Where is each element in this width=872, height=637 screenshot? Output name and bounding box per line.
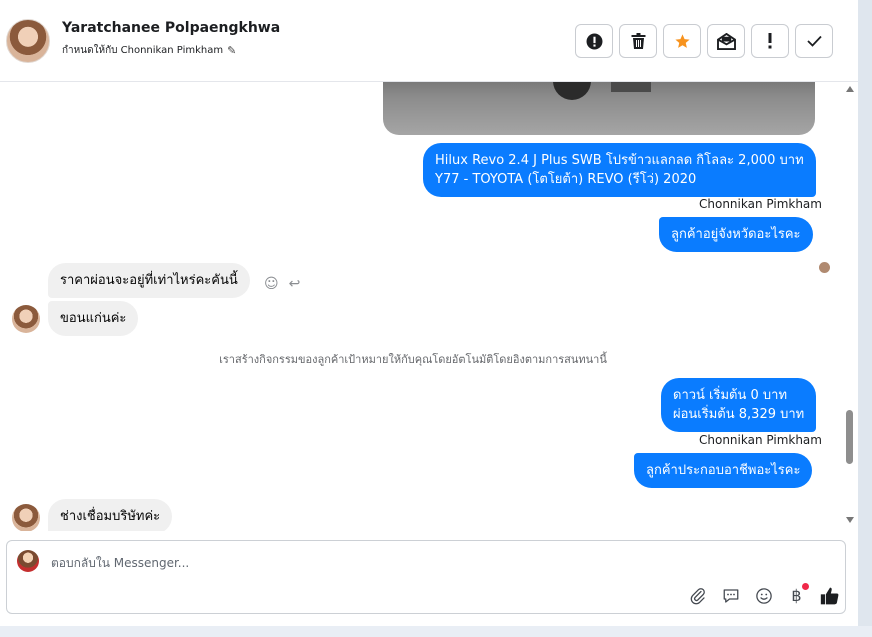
message-hover-tools: ☺ ↩ — [264, 276, 300, 292]
car-photo-attachment[interactable] — [383, 82, 815, 135]
assignment-row[interactable]: กำหนดให้กับ Chonnikan Pimkham ✎ — [62, 43, 236, 58]
message-text: ผ่อนเริ่มต้น 8,329 บาท — [673, 407, 805, 422]
reply-composer: ฿ — [6, 540, 846, 614]
outgoing-message[interactable]: ลูกค้าอยู่จังหวัดอะไรคะ — [659, 217, 813, 252]
window-edge — [858, 0, 872, 637]
delete-button[interactable] — [619, 24, 657, 58]
photo-tire — [553, 82, 591, 100]
outgoing-message[interactable]: ดาวน์ เริ่มต้น 0 บาท ผ่อนเริ่มต้น 8,329 … — [661, 378, 817, 432]
message-text: Hilux Revo 2.4 J Plus SWB โปรข้าวแลกลด ก… — [435, 153, 804, 168]
emoji-button[interactable] — [753, 585, 774, 606]
seen-avatar — [819, 262, 830, 273]
reply-arrow-icon[interactable]: ↩ — [289, 276, 301, 292]
incoming-message[interactable]: ช่างเชื่อมบริษัทค่ะ — [48, 499, 173, 531]
assigned-label: กำหนดให้กับ Chonnikan Pimkham — [62, 45, 224, 56]
system-activity-note: เราสร้างกิจกรรมของลูกค้าเป้าหมายให้กับคุ… — [219, 353, 607, 366]
saved-replies-button[interactable] — [720, 585, 741, 606]
scroll-down-arrow-icon[interactable] — [846, 517, 854, 523]
outgoing-message[interactable]: ลูกค้าประกอบอาชีพอะไรคะ — [634, 453, 813, 488]
message-text: ดาวน์ เริ่มต้น 0 บาท — [673, 388, 788, 403]
composer-toolbar: ฿ — [687, 583, 840, 606]
window-edge — [0, 626, 872, 637]
message-text: ขอนแก่นค่ะ — [60, 311, 127, 326]
star-button[interactable] — [663, 24, 701, 58]
agent-avatar — [17, 550, 39, 572]
incoming-message[interactable]: ขอนแก่นค่ะ — [48, 301, 139, 336]
inbox-conversation-panel: Yaratchanee Polpaengkhwa กำหนดให้กับ Cho… — [0, 0, 858, 626]
contact-avatar[interactable] — [6, 19, 50, 63]
contact-name[interactable]: Yaratchanee Polpaengkhwa — [62, 20, 280, 36]
edit-pencil-icon[interactable]: ✎ — [227, 44, 236, 57]
outgoing-message[interactable]: Hilux Revo 2.4 J Plus SWB โปรข้าวแลกลด ก… — [423, 143, 816, 197]
sender-label: Chonnikan Pimkham — [699, 433, 822, 447]
message-text: ลูกค้าประกอบอาชีพอะไรคะ — [646, 463, 801, 478]
mark-unread-button[interactable] — [707, 24, 745, 58]
message-scrollbar[interactable] — [843, 82, 857, 531]
mark-unread-icon — [716, 32, 736, 50]
message-text: ช่างเชื่อมบริษัทค่ะ — [60, 509, 161, 524]
attach-button[interactable] — [687, 585, 708, 606]
like-icon — [820, 587, 838, 604]
spam-icon — [586, 33, 602, 49]
contact-mini-avatar — [12, 305, 40, 333]
message-text: Y77 - TOYOTA (โตโยต้า) REVO (รีโว่) 2020 — [435, 172, 697, 187]
message-list[interactable]: Hilux Revo 2.4 J Plus SWB โปรข้าวแลกลด ก… — [0, 82, 858, 531]
conversation-header: Yaratchanee Polpaengkhwa กำหนดให้กับ Cho… — [0, 0, 858, 82]
message-text: ลูกค้าอยู่จังหวัดอะไรคะ — [671, 227, 801, 242]
conversation-actions — [575, 24, 833, 58]
message-text: ราคาผ่อนจะอยู่ที่เท่าไหร่คะคันนี้ — [60, 273, 238, 288]
saved-replies-icon — [723, 588, 738, 603]
payment-button[interactable]: ฿ — [786, 583, 809, 606]
photo-bumper — [611, 82, 651, 92]
emoji-icon — [755, 587, 772, 604]
mark-spam-button[interactable] — [575, 24, 613, 58]
like-button[interactable] — [819, 585, 840, 606]
done-icon — [806, 35, 822, 47]
reply-input[interactable] — [51, 553, 811, 573]
payment-icon: ฿ — [791, 586, 802, 605]
follow-up-button[interactable] — [751, 24, 789, 58]
sender-label: Chonnikan Pimkham — [699, 197, 822, 211]
notification-dot — [802, 583, 809, 590]
attachment-icon — [690, 587, 705, 604]
incoming-message[interactable]: ราคาผ่อนจะอยู่ที่เท่าไหร่คะคันนี้ — [48, 263, 250, 298]
react-smile-icon[interactable]: ☺ — [264, 276, 279, 292]
contact-mini-avatar — [12, 504, 40, 531]
scroll-up-arrow-icon[interactable] — [846, 86, 854, 92]
scroll-thumb[interactable] — [846, 410, 853, 464]
follow-up-icon — [768, 33, 772, 49]
mark-done-button[interactable] — [795, 24, 833, 58]
trash-icon — [631, 33, 645, 49]
star-icon — [674, 33, 690, 48]
